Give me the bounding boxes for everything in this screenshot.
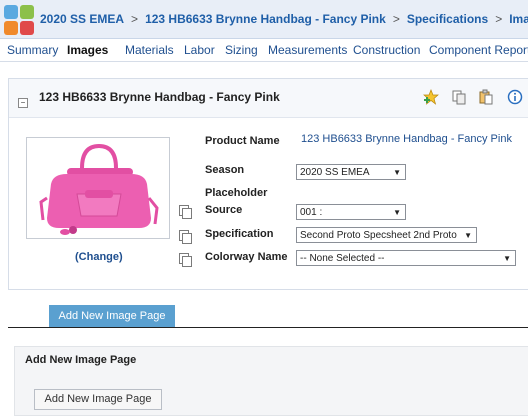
specification-selected-value: Second Proto Specsheet 2nd Proto — [300, 230, 457, 241]
colorway-selected-value: -- None Selected -- — [300, 253, 385, 264]
tab-summary[interactable]: Summary — [7, 39, 58, 61]
product-image — [26, 137, 170, 239]
breadcrumb-section[interactable]: Specifications — [407, 12, 488, 26]
colorway-select[interactable]: -- None Selected -- ▼ — [296, 250, 516, 266]
chevron-down-icon: ▼ — [393, 168, 401, 177]
section-title: Add New Image Page — [25, 354, 137, 366]
tab-measurements[interactable]: Measurements — [268, 39, 347, 61]
add-new-image-page-button[interactable]: Add New Image Page — [34, 389, 162, 410]
tab-construction[interactable]: Construction — [353, 39, 420, 61]
season-label: Season — [205, 164, 245, 176]
chevron-down-icon: ▼ — [503, 254, 511, 263]
chevron-down-icon: ▼ — [464, 231, 472, 240]
handbag-image — [39, 143, 159, 235]
breadcrumb-product[interactable]: 123 HB6633 Brynne Handbag - Fancy Pink — [145, 12, 386, 26]
clipboard-icon[interactable] — [478, 89, 494, 105]
collapse-icon[interactable]: − — [18, 98, 28, 108]
add-image-page-section: Add New Image Page Add New Image Page — [14, 346, 528, 416]
panel-title: 123 HB6633 Brynne Handbag - Fancy Pink — [39, 90, 280, 104]
app-logo-icon[interactable] — [4, 5, 34, 35]
copy-icon[interactable] — [179, 205, 192, 219]
chevron-down-icon: ▼ — [393, 208, 401, 217]
star-add-icon[interactable] — [423, 89, 439, 105]
breadcrumb-page: Images — [509, 12, 528, 26]
divider — [8, 327, 528, 328]
copy-icon[interactable] — [451, 89, 467, 105]
breadcrumb-separator: > — [392, 12, 400, 26]
info-icon[interactable] — [507, 89, 523, 105]
specification-label: Specification — [205, 228, 274, 240]
specification-select[interactable]: Second Proto Specsheet 2nd Proto ▼ — [296, 227, 477, 243]
source-select[interactable]: 001 : ▼ — [296, 204, 406, 220]
tab-labor[interactable]: Labor — [184, 39, 215, 61]
breadcrumb-separator: > — [495, 12, 503, 26]
product-name-label: Product Name — [205, 135, 280, 147]
breadcrumb: 2020 SS EMEA >123 HB6633 Brynne Handbag -… — [40, 0, 528, 38]
product-panel: − 123 HB6633 Brynne Handbag - Fancy Pink — [8, 78, 528, 290]
tab-images[interactable]: Images — [67, 39, 108, 61]
tab-materials[interactable]: Materials — [125, 39, 174, 61]
breadcrumb-season[interactable]: 2020 SS EMEA — [40, 12, 124, 26]
header-bar: 2020 SS EMEA >123 HB6633 Brynne Handbag -… — [0, 0, 528, 39]
copy-icon[interactable] — [179, 253, 192, 267]
season-select[interactable]: 2020 SS EMEA ▼ — [296, 164, 406, 180]
product-name-value: 123 HB6633 Brynne Handbag - Fancy Pink — [301, 133, 512, 145]
source-selected-value: 001 : — [300, 207, 323, 218]
add-new-image-page-tab[interactable]: Add New Image Page — [49, 305, 175, 327]
placeholder-label: Placeholder — [205, 187, 268, 199]
source-label: Source — [205, 204, 243, 216]
tab-bar: Summary Images Materials Labor Sizing Me… — [0, 39, 528, 62]
change-image-link[interactable]: (Change) — [75, 251, 123, 263]
panel-header: − 123 HB6633 Brynne Handbag - Fancy Pink — [9, 79, 528, 118]
colorway-name-label: Colorway Name — [205, 251, 288, 263]
tab-component-report[interactable]: Component Report — [429, 39, 528, 61]
breadcrumb-separator: > — [131, 12, 139, 26]
season-selected-value: 2020 SS EMEA — [300, 167, 370, 178]
copy-icon[interactable] — [179, 230, 192, 244]
tab-sizing[interactable]: Sizing — [225, 39, 258, 61]
